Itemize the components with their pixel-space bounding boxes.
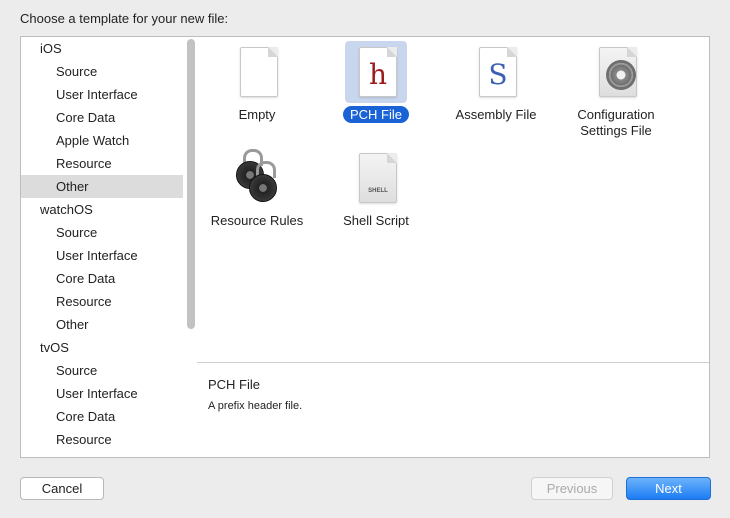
description-title: PCH File [208, 377, 261, 392]
sidebar-item-ios-source[interactable]: Source [21, 60, 183, 83]
sidebar-item-tvos-user-interface[interactable]: User Interface [21, 382, 183, 405]
template-label: Assembly File [455, 107, 537, 122]
previous-button[interactable]: Previous [531, 477, 613, 500]
template-pane: Empty h PCH File S Assembly File Configu… [197, 36, 710, 458]
shell-script-icon: SHELL [345, 147, 407, 209]
sidebar-item-ios-user-interface[interactable]: User Interface [21, 83, 183, 106]
pane-divider [197, 362, 709, 363]
template-pch-file[interactable]: h PCH File [316, 41, 436, 123]
group-tvos[interactable]: tvOS [21, 336, 183, 359]
sidebar-item-watchos-source[interactable]: Source [21, 221, 183, 244]
category-list: iOS Source User Interface Core Data Appl… [21, 37, 183, 451]
pch-glyph: h [368, 58, 388, 91]
assembly-glyph: S [488, 58, 508, 91]
template-category-sidebar[interactable]: iOS Source User Interface Core Data Appl… [20, 36, 198, 458]
template-label: Resource Rules [210, 213, 304, 228]
sidebar-scrollbar[interactable] [187, 39, 195, 329]
sidebar-item-tvos-source[interactable]: Source [21, 359, 183, 382]
gear-icon [609, 63, 633, 87]
cancel-button[interactable]: Cancel [20, 477, 104, 500]
next-button[interactable]: Next [626, 477, 711, 500]
template-grid: Empty h PCH File S Assembly File Configu… [197, 37, 709, 362]
sidebar-item-watchos-resource[interactable]: Resource [21, 290, 183, 313]
template-shell-script[interactable]: SHELL Shell Script [316, 147, 436, 229]
template-label: PCH File [342, 106, 409, 123]
template-assembly-file[interactable]: S Assembly File [436, 41, 556, 123]
template-label: Empty [238, 107, 276, 122]
description-text: A prefix header file. [208, 400, 303, 412]
sidebar-item-watchos-other[interactable]: Other [21, 313, 183, 336]
sidebar-item-watchos-core-data[interactable]: Core Data [21, 267, 183, 290]
template-label: Configuration Settings File [577, 107, 655, 138]
template-description: PCH File A prefix header file. [208, 377, 302, 412]
template-resource-rules[interactable]: Resource Rules [197, 147, 317, 229]
sidebar-item-ios-other[interactable]: Other [21, 175, 183, 198]
pch-file-icon: h [345, 41, 407, 103]
sidebar-item-watchos-user-interface[interactable]: User Interface [21, 244, 183, 267]
dialog-prompt: Choose a template for your new file: [20, 11, 229, 26]
padlock-icon [226, 147, 288, 209]
sidebar-item-ios-apple-watch[interactable]: Apple Watch [21, 129, 183, 152]
assembly-file-icon: S [465, 41, 527, 103]
template-configuration-settings[interactable]: Configuration Settings File [556, 41, 676, 139]
template-empty[interactable]: Empty [197, 41, 317, 123]
empty-document-icon [226, 41, 288, 103]
sidebar-item-tvos-core-data[interactable]: Core Data [21, 405, 183, 428]
group-ios[interactable]: iOS [21, 37, 183, 60]
template-label: Shell Script [343, 213, 409, 228]
group-watchos[interactable]: watchOS [21, 198, 183, 221]
sidebar-item-tvos-resource[interactable]: Resource [21, 428, 183, 451]
shell-glyph: SHELL [368, 188, 388, 194]
sidebar-item-ios-core-data[interactable]: Core Data [21, 106, 183, 129]
configuration-settings-icon [585, 41, 647, 103]
sidebar-item-ios-resource[interactable]: Resource [21, 152, 183, 175]
